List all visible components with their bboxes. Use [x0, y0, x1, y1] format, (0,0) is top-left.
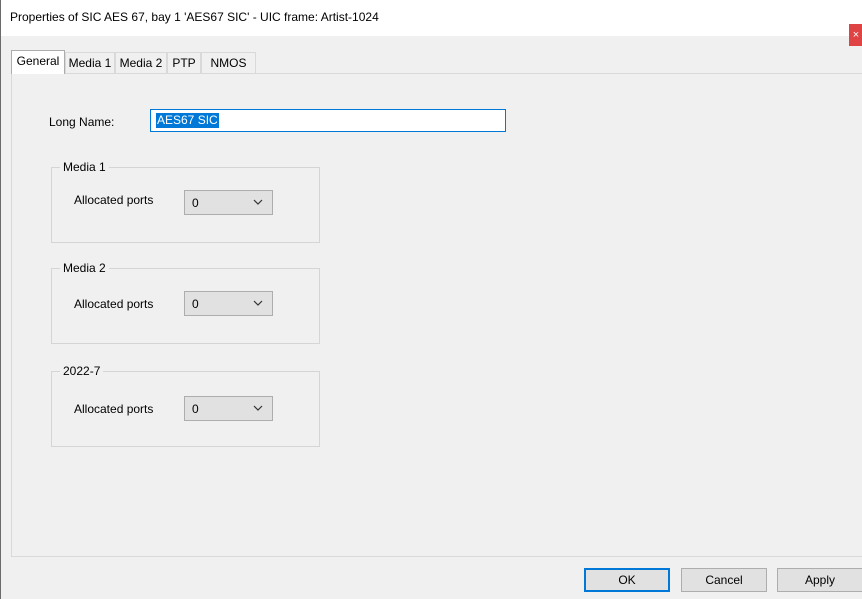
- media-2-allocated-ports-value: 0: [192, 297, 199, 311]
- window-title: Properties of SIC AES 67, bay 1 'AES67 S…: [10, 10, 379, 24]
- media-2-allocated-ports-label: Allocated ports: [74, 297, 154, 311]
- 2022-7-allocated-ports-select[interactable]: 0: [184, 396, 273, 421]
- cancel-button[interactable]: Cancel: [681, 568, 767, 592]
- tab-nmos[interactable]: NMOS: [201, 52, 256, 73]
- media-2-group-title: Media 2: [60, 261, 109, 275]
- chevron-down-icon: [253, 199, 263, 205]
- media-1-allocated-ports-value: 0: [192, 196, 199, 210]
- long-name-value: AES67 SIC: [156, 113, 219, 128]
- tab-ptp[interactable]: PTP: [167, 52, 201, 73]
- media-1-allocated-ports-label: Allocated ports: [74, 193, 154, 207]
- apply-button[interactable]: Apply: [777, 568, 862, 592]
- tab-media-2[interactable]: Media 2: [115, 52, 167, 73]
- media-2-allocated-ports-select[interactable]: 0: [184, 291, 273, 316]
- ok-button[interactable]: OK: [584, 568, 670, 592]
- media-1-allocated-ports-select[interactable]: 0: [184, 190, 273, 215]
- long-name-label: Long Name:: [49, 115, 115, 129]
- tab-media-1[interactable]: Media 1: [65, 52, 115, 73]
- chevron-down-icon: [253, 405, 263, 411]
- 2022-7-group-title: 2022-7: [60, 364, 104, 378]
- properties-dialog: Properties of SIC AES 67, bay 1 'AES67 S…: [0, 0, 862, 599]
- long-name-input[interactable]: AES67 SIC: [150, 109, 506, 132]
- chevron-down-icon: [253, 300, 263, 306]
- title-bar: Properties of SIC AES 67, bay 1 'AES67 S…: [1, 0, 862, 36]
- tab-general[interactable]: General: [11, 50, 65, 74]
- 2022-7-allocated-ports-label: Allocated ports: [74, 402, 154, 416]
- close-button[interactable]: ×: [849, 24, 862, 46]
- media-1-group-title: Media 1: [60, 160, 109, 174]
- 2022-7-allocated-ports-value: 0: [192, 402, 199, 416]
